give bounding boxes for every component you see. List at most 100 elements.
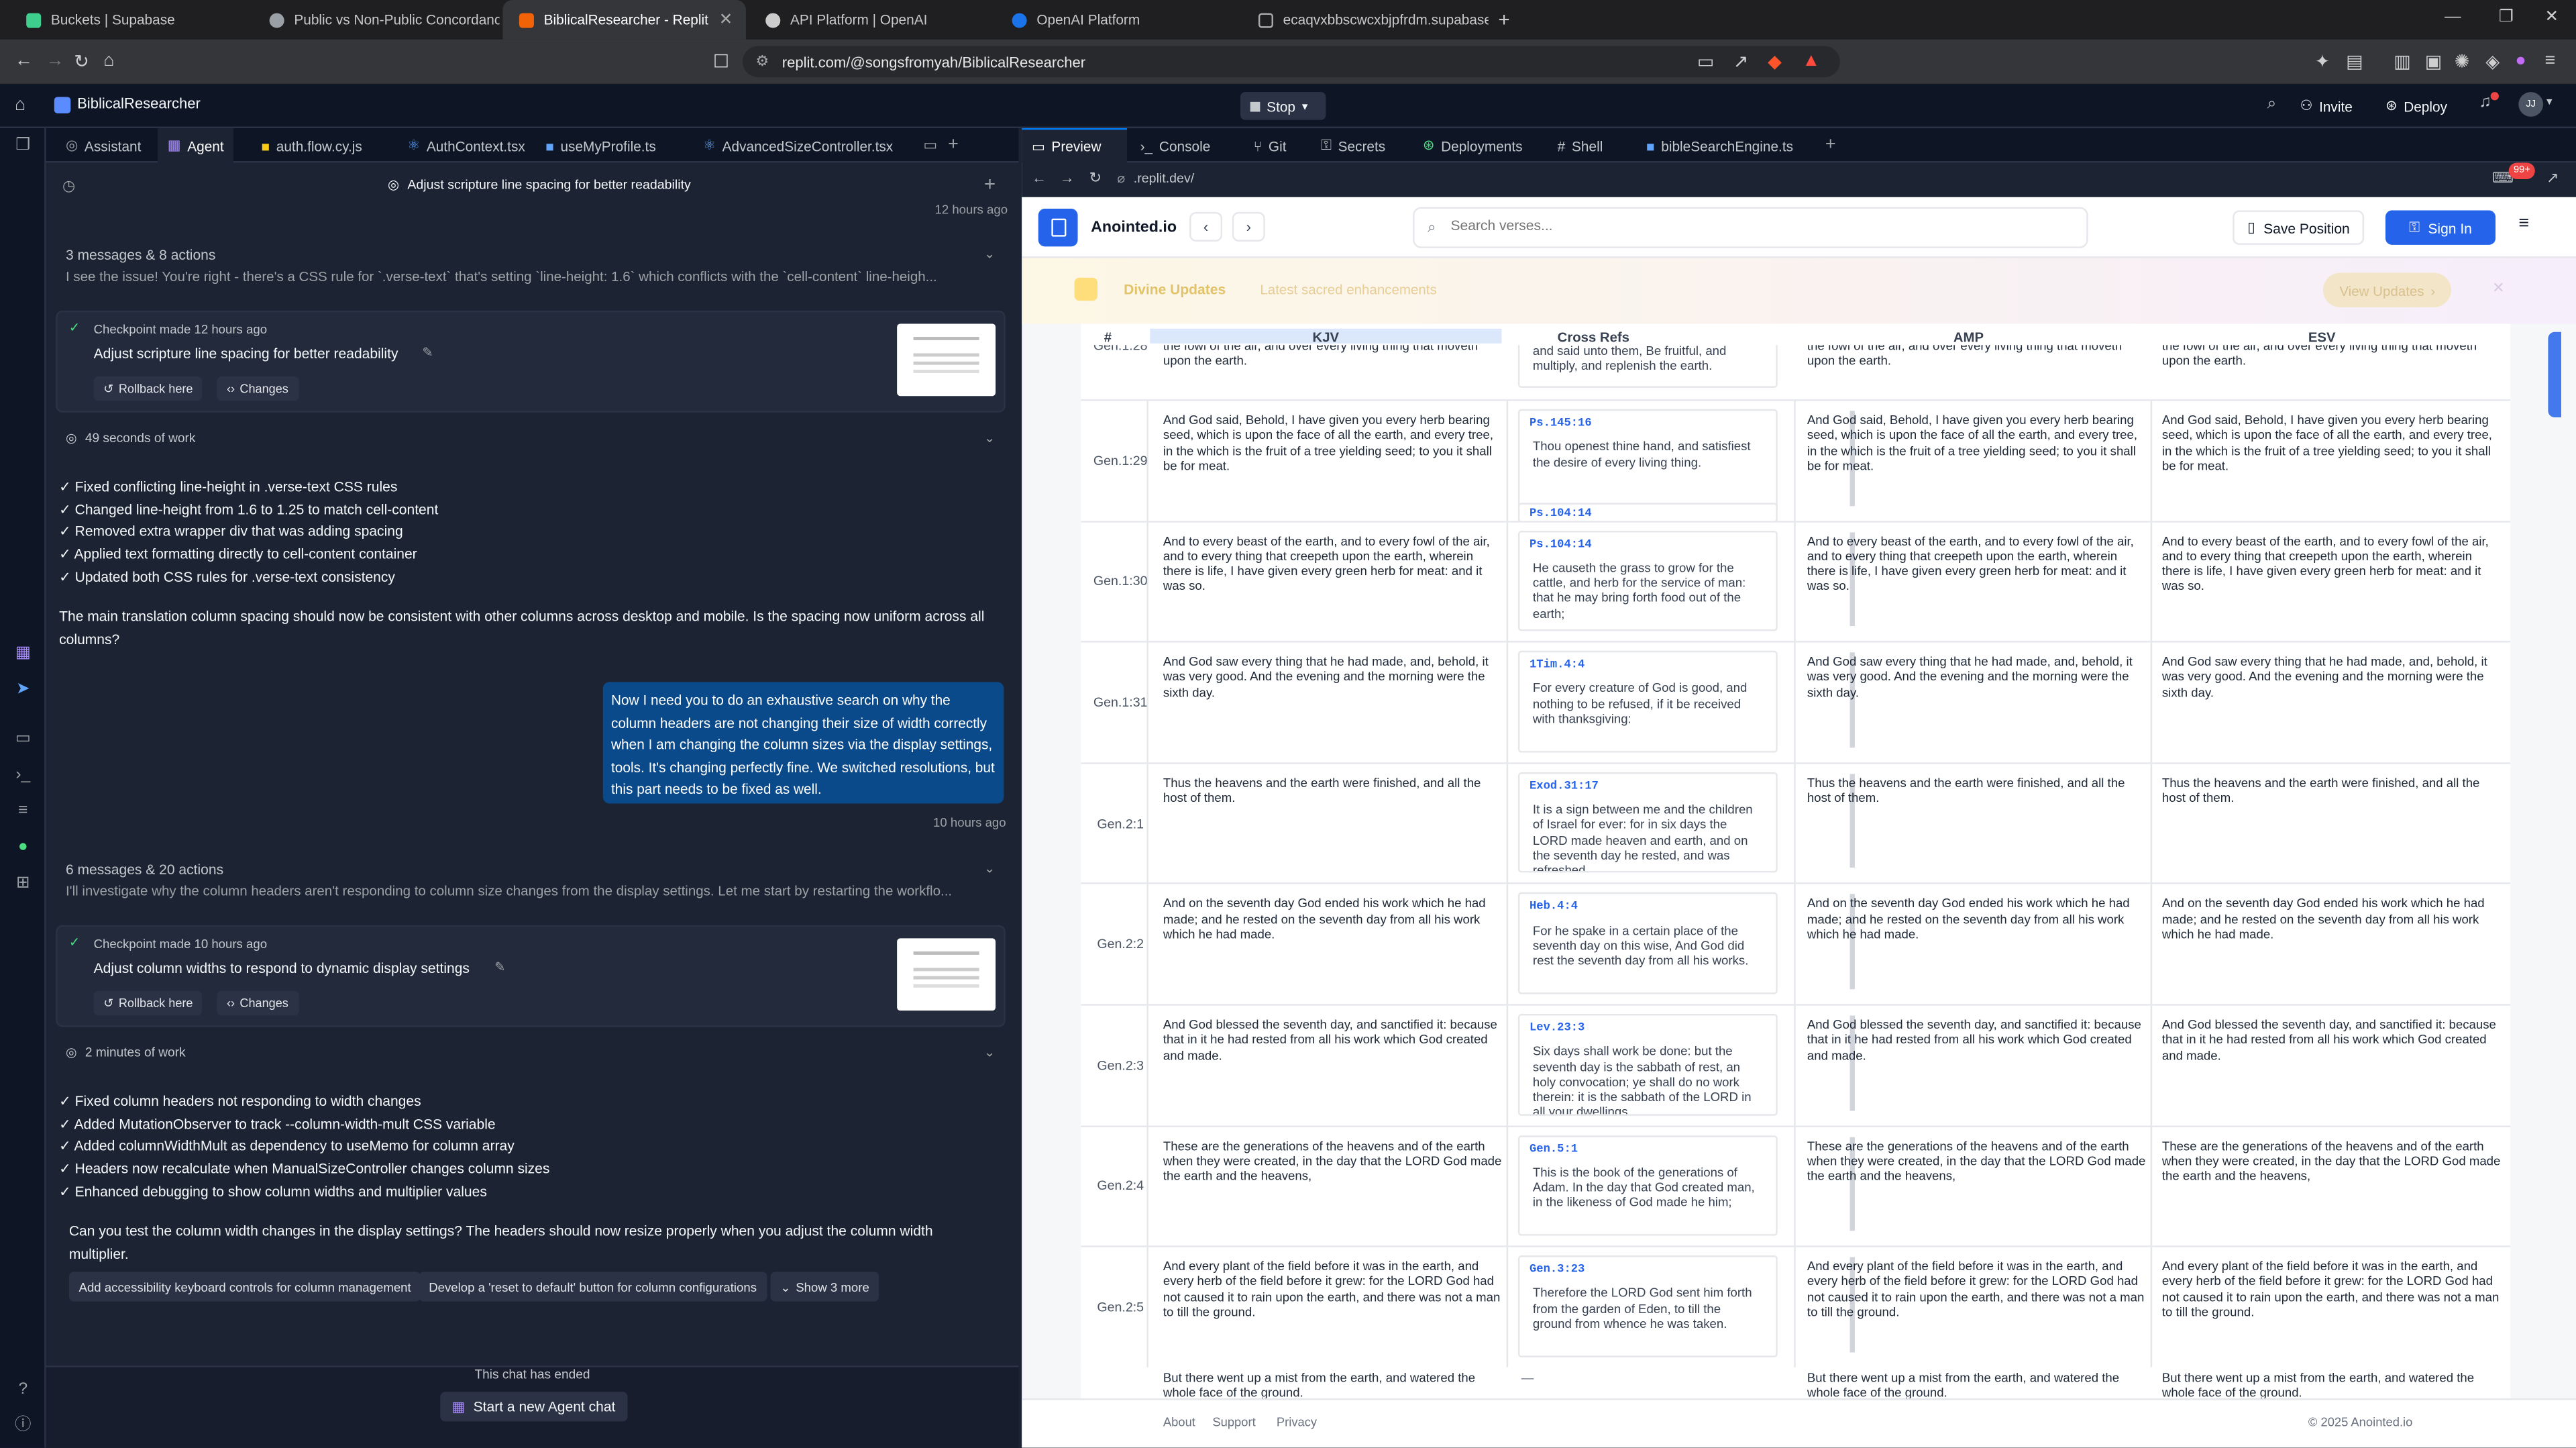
cross-ref-card[interactable]: Gen.5:1 This is the book of the generatio… (1517, 1135, 1778, 1237)
bookmark-icon[interactable]: ☐ (713, 51, 729, 72)
avatar[interactable]: JJ (2518, 92, 2544, 117)
all-tools-icon[interactable]: ⊞ (13, 874, 33, 894)
checkpoint-thumbnail[interactable] (897, 323, 996, 397)
back-icon[interactable]: ← (1032, 169, 1046, 185)
add-tab-icon[interactable]: + (948, 135, 959, 154)
hamburger-menu-icon[interactable]: ≡ (2518, 213, 2529, 233)
new-file-icon[interactable]: ▭ (923, 136, 937, 154)
tab-git[interactable]: ⑂ Git (1244, 128, 1296, 162)
leo-ai-icon[interactable]: ✺ (2455, 51, 2470, 72)
site-settings-icon[interactable]: ⚙ (756, 52, 769, 70)
notifications-bell-icon[interactable]: ♫ (2479, 94, 2491, 112)
open-new-window-icon[interactable]: ↗ (2546, 169, 2559, 187)
cross-ref-card[interactable]: Ps.145:16 Thou openest thine hand, and sa… (1517, 409, 1778, 511)
wallet-icon[interactable]: ▣ (2425, 51, 2442, 72)
new-chat-icon[interactable]: + (984, 172, 996, 195)
cross-ref-card[interactable]: Ps.104:14 He causeth the grass to grow fo… (1517, 530, 1778, 631)
browser-tab[interactable]: Buckets | Supabase (10, 0, 256, 40)
cross-ref-code[interactable]: Ps.104:14 (1519, 531, 1776, 556)
help-icon[interactable]: ? (13, 1380, 33, 1400)
cross-ref-card[interactable]: and said unto them, Be fruitful, and mul… (1517, 338, 1778, 388)
cross-ref-code[interactable]: Gen.5:1 (1519, 1137, 1776, 1161)
column-header-kjv[interactable]: KJV (1150, 328, 1502, 345)
chevron-down-icon[interactable]: ▾ (2546, 95, 2553, 108)
browser-tab[interactable]: ecaqvxbbscwcxbjpfrdm.supabase.co/ (1242, 0, 1489, 40)
cross-ref-card[interactable]: Ps.104:14 (1517, 502, 1778, 522)
reading-list-icon[interactable]: ▤ (2346, 51, 2363, 72)
tab-preview[interactable]: ▭ Preview (1022, 128, 1128, 163)
cross-ref-code[interactable]: Lev.23:3 (1519, 1015, 1776, 1040)
prev-chapter-button[interactable]: ‹ (1189, 211, 1223, 242)
suggestion-chip[interactable]: Add accessibility keyboard controls for … (68, 1272, 421, 1302)
home-icon[interactable]: ⌂ (103, 51, 114, 70)
history-icon[interactable]: ◷ (62, 177, 75, 195)
next-chapter-button[interactable]: › (1232, 211, 1265, 242)
cross-ref-code[interactable]: Exod.31:17 (1519, 774, 1776, 798)
assistant-icon[interactable]: ➤ (13, 680, 33, 700)
close-banner-icon[interactable]: ✕ (2492, 279, 2504, 297)
back-icon[interactable]: ← (15, 51, 33, 70)
console-icon[interactable]: ›_ (13, 766, 33, 785)
logo-icon[interactable] (1038, 209, 1078, 247)
checkpoint-thumbnail[interactable] (897, 938, 996, 1011)
reload-icon[interactable]: ↻ (74, 51, 89, 72)
tab-deployments[interactable]: ⊛ Deployments (1413, 128, 1532, 162)
show-more-button[interactable]: ⌄ Show 3 more (770, 1272, 879, 1302)
stop-button[interactable]: Stop ▾ (1240, 92, 1326, 120)
edit-pencil-icon[interactable]: ✎ (494, 960, 505, 974)
cross-ref-code[interactable]: Gen.3:23 (1519, 1257, 1776, 1282)
browser-tab[interactable]: OpenAI Platform (996, 0, 1242, 40)
file-tree-icon[interactable]: ❒ (13, 136, 33, 156)
chat-title[interactable]: ◎ Adjust scripture line spacing for bette… (388, 177, 691, 192)
sign-in-button[interactable]: ⚿ Sign In (2385, 210, 2496, 245)
extensions-icon[interactable]: ✦ (2315, 51, 2330, 72)
minimize-icon[interactable]: — (2445, 8, 2461, 26)
column-header-cross-refs[interactable]: Cross Refs (1558, 329, 1629, 345)
search-input[interactable]: ⌕ (1413, 207, 2088, 248)
close-window-icon[interactable]: ✕ (2545, 8, 2559, 26)
chevron-down-icon[interactable]: ▾ (1302, 99, 1308, 113)
rollback-button[interactable]: ↺ Rollback here (93, 990, 203, 1016)
tab-shell[interactable]: # Shell (1548, 128, 1613, 162)
tab-agent[interactable]: ▦ Agent (158, 128, 234, 163)
deployments-icon[interactable]: ● (13, 838, 33, 858)
reload-icon[interactable]: ↻ (1089, 169, 1102, 187)
edit-pencil-icon[interactable]: ✎ (422, 345, 433, 360)
cross-ref-card[interactable]: Heb.4:4 For he spake in a certain place o… (1517, 892, 1778, 994)
tab-file[interactable]: ⚛ AuthContext.tsx (398, 128, 535, 162)
brand-name[interactable]: Anointed.io (1091, 219, 1177, 237)
browser-tab[interactable]: API Platform | OpenAI (749, 0, 996, 40)
new-tab-icon[interactable]: + (1498, 8, 1509, 31)
chevron-down-icon[interactable]: ⌄ (984, 246, 995, 261)
close-tab-icon[interactable]: ✕ (719, 11, 733, 29)
tab-file[interactable]: ■ auth.flow.cy.js (252, 128, 372, 162)
brave-shield-icon[interactable]: ◆ (1768, 51, 1782, 72)
invite-button[interactable]: ⚇ Invite (2300, 94, 2353, 119)
work-duration[interactable]: ◎ 2 minutes of work (66, 1045, 186, 1060)
actions-summary[interactable]: 6 messages & 20 actions (66, 861, 1006, 877)
forward-icon[interactable]: → (46, 51, 64, 70)
url-field[interactable]: ⚙ replit.com/@songsfromyah/BiblicalResea… (742, 46, 1840, 78)
work-duration[interactable]: ◎ 49 seconds of work (66, 431, 195, 446)
chevron-down-icon[interactable]: ⌄ (984, 431, 995, 446)
chevron-down-icon[interactable]: ⌄ (984, 1045, 995, 1060)
changes-button[interactable]: ‹› Changes (217, 376, 299, 401)
maximize-icon[interactable]: ❐ (2499, 8, 2514, 26)
search-icon[interactable]: ⌕ (2267, 95, 2277, 113)
cross-ref-code[interactable]: Ps.145:16 (1519, 411, 1776, 435)
rollback-button[interactable]: ↺ Rollback here (93, 376, 203, 401)
search-field[interactable] (1450, 217, 2076, 234)
browser-tab[interactable]: Public vs Non-Public Concordance (253, 0, 499, 40)
cross-ref-code[interactable]: Ps.104:14 (1519, 504, 1776, 521)
browser-tab-active[interactable]: BiblicalResearcher - Replit ✕ (502, 0, 746, 40)
cross-ref-code[interactable]: 1Tim.4:4 (1519, 653, 1776, 678)
info-icon[interactable]: ⓘ (13, 1416, 33, 1436)
cross-ref-card[interactable]: Lev.23:3 Six days shall work be done: but… (1517, 1014, 1778, 1115)
database-icon[interactable]: ≡ (13, 802, 33, 821)
share-icon[interactable]: ↗ (1733, 51, 1749, 72)
tab-secrets[interactable]: ⚿ Secrets (1311, 128, 1395, 162)
deploy-button[interactable]: ⊛ Deploy (2385, 94, 2447, 119)
save-position-button[interactable]: ▯ Save Position (2233, 210, 2365, 245)
changes-button[interactable]: ‹› Changes (217, 990, 299, 1016)
sidebar-icon[interactable]: ▥ (2394, 51, 2410, 72)
